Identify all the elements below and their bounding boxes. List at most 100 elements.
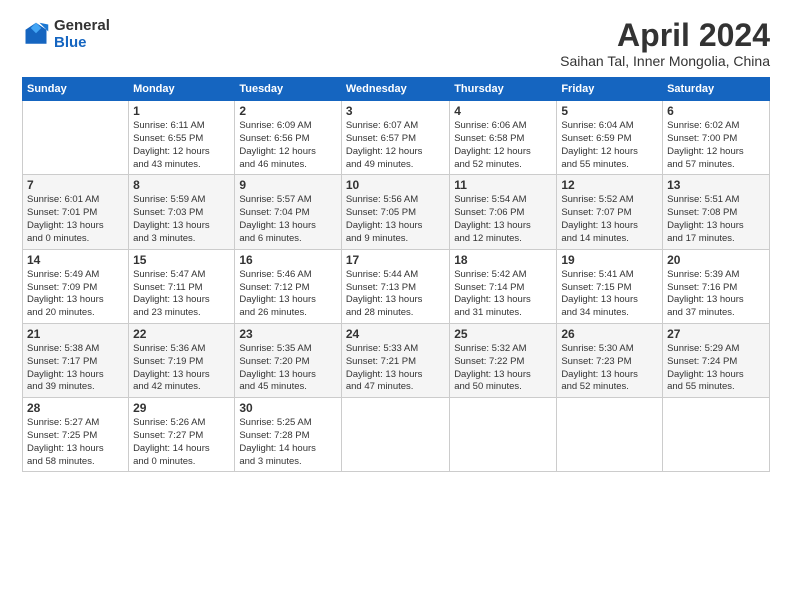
- day-number: 13: [667, 178, 765, 192]
- calendar-cell: 29 Sunrise: 5:26 AM Sunset: 7:27 PM Dayli…: [129, 398, 235, 472]
- calendar-header-tuesday: Tuesday: [235, 78, 342, 101]
- day-number: 6: [667, 104, 765, 118]
- day-info: Sunrise: 5:29 AM Sunset: 7:24 PM Dayligh…: [667, 343, 765, 394]
- calendar-cell: 30 Sunrise: 5:25 AM Sunset: 7:28 PM Dayli…: [235, 398, 342, 472]
- day-number: 25: [454, 327, 552, 341]
- day-info: Sunrise: 5:30 AM Sunset: 7:23 PM Dayligh…: [561, 343, 658, 394]
- day-number: 26: [561, 327, 658, 341]
- day-info: Sunrise: 5:27 AM Sunset: 7:25 PM Dayligh…: [27, 417, 124, 468]
- calendar-cell: 7 Sunrise: 6:01 AM Sunset: 7:01 PM Daylig…: [23, 175, 129, 249]
- day-info: Sunrise: 5:49 AM Sunset: 7:09 PM Dayligh…: [27, 269, 124, 320]
- day-number: 2: [239, 104, 337, 118]
- calendar-cell: 28 Sunrise: 5:27 AM Sunset: 7:25 PM Dayli…: [23, 398, 129, 472]
- calendar-header-row: SundayMondayTuesdayWednesdayThursdayFrid…: [23, 78, 770, 101]
- page: General Blue April 2024 Saihan Tal, Inne…: [0, 0, 792, 612]
- day-info: Sunrise: 5:33 AM Sunset: 7:21 PM Dayligh…: [346, 343, 445, 394]
- calendar-cell: 13 Sunrise: 5:51 AM Sunset: 7:08 PM Dayli…: [663, 175, 770, 249]
- calendar-cell: 19 Sunrise: 5:41 AM Sunset: 7:15 PM Dayli…: [557, 249, 663, 323]
- day-number: 27: [667, 327, 765, 341]
- day-info: Sunrise: 5:57 AM Sunset: 7:04 PM Dayligh…: [239, 194, 337, 245]
- day-number: 4: [454, 104, 552, 118]
- day-info: Sunrise: 5:36 AM Sunset: 7:19 PM Dayligh…: [133, 343, 230, 394]
- day-info: Sunrise: 6:01 AM Sunset: 7:01 PM Dayligh…: [27, 194, 124, 245]
- calendar-cell: 10 Sunrise: 5:56 AM Sunset: 7:05 PM Dayli…: [341, 175, 449, 249]
- day-number: 28: [27, 401, 124, 415]
- day-number: 29: [133, 401, 230, 415]
- calendar-header-saturday: Saturday: [663, 78, 770, 101]
- day-info: Sunrise: 5:38 AM Sunset: 7:17 PM Dayligh…: [27, 343, 124, 394]
- day-info: Sunrise: 6:06 AM Sunset: 6:58 PM Dayligh…: [454, 120, 552, 171]
- day-number: 17: [346, 253, 445, 267]
- calendar-cell: 9 Sunrise: 5:57 AM Sunset: 7:04 PM Daylig…: [235, 175, 342, 249]
- calendar-cell: [23, 101, 129, 175]
- day-info: Sunrise: 5:54 AM Sunset: 7:06 PM Dayligh…: [454, 194, 552, 245]
- day-info: Sunrise: 5:25 AM Sunset: 7:28 PM Dayligh…: [239, 417, 337, 468]
- calendar-cell: 23 Sunrise: 5:35 AM Sunset: 7:20 PM Dayli…: [235, 323, 342, 397]
- day-number: 7: [27, 178, 124, 192]
- calendar-cell: 22 Sunrise: 5:36 AM Sunset: 7:19 PM Dayli…: [129, 323, 235, 397]
- calendar-cell: 27 Sunrise: 5:29 AM Sunset: 7:24 PM Dayli…: [663, 323, 770, 397]
- calendar-cell: 16 Sunrise: 5:46 AM Sunset: 7:12 PM Dayli…: [235, 249, 342, 323]
- calendar-cell: 15Sunrise: 5:47 AM Sunset: 7:11 PM Dayli…: [129, 249, 235, 323]
- calendar-cell: [663, 398, 770, 472]
- day-number: 10: [346, 178, 445, 192]
- calendar-cell: 14 Sunrise: 5:49 AM Sunset: 7:09 PM Dayli…: [23, 249, 129, 323]
- day-number: 16: [239, 253, 337, 267]
- day-number: 19: [561, 253, 658, 267]
- calendar-cell: 1Sunrise: 6:11 AM Sunset: 6:55 PM Daylig…: [129, 101, 235, 175]
- calendar-cell: 24 Sunrise: 5:33 AM Sunset: 7:21 PM Dayli…: [341, 323, 449, 397]
- day-info: Sunrise: 6:02 AM Sunset: 7:00 PM Dayligh…: [667, 120, 765, 171]
- day-info: Sunrise: 5:26 AM Sunset: 7:27 PM Dayligh…: [133, 417, 230, 468]
- logo-text: General Blue: [54, 18, 110, 51]
- day-number: 14: [27, 253, 124, 267]
- day-info: Sunrise: 5:32 AM Sunset: 7:22 PM Dayligh…: [454, 343, 552, 394]
- day-number: 23: [239, 327, 337, 341]
- calendar-week-1: 1Sunrise: 6:11 AM Sunset: 6:55 PM Daylig…: [23, 101, 770, 175]
- calendar-week-5: 28 Sunrise: 5:27 AM Sunset: 7:25 PM Dayli…: [23, 398, 770, 472]
- calendar-week-2: 7 Sunrise: 6:01 AM Sunset: 7:01 PM Daylig…: [23, 175, 770, 249]
- day-number: 11: [454, 178, 552, 192]
- day-number: 30: [239, 401, 337, 415]
- calendar-header-wednesday: Wednesday: [341, 78, 449, 101]
- header: General Blue April 2024 Saihan Tal, Inne…: [22, 18, 770, 69]
- day-info: Sunrise: 5:47 AM Sunset: 7:11 PM Dayligh…: [133, 269, 230, 320]
- day-number: 22: [133, 327, 230, 341]
- day-number: 18: [454, 253, 552, 267]
- logo: General Blue: [22, 18, 110, 51]
- day-info: Sunrise: 5:41 AM Sunset: 7:15 PM Dayligh…: [561, 269, 658, 320]
- calendar-cell: 18Sunrise: 5:42 AM Sunset: 7:14 PM Dayli…: [450, 249, 557, 323]
- day-info: Sunrise: 6:11 AM Sunset: 6:55 PM Dayligh…: [133, 120, 230, 171]
- calendar-cell: 12 Sunrise: 5:52 AM Sunset: 7:07 PM Dayli…: [557, 175, 663, 249]
- calendar-cell: 25 Sunrise: 5:32 AM Sunset: 7:22 PM Dayli…: [450, 323, 557, 397]
- calendar-cell: 3 Sunrise: 6:07 AM Sunset: 6:57 PM Daylig…: [341, 101, 449, 175]
- month-title: April 2024: [560, 18, 770, 53]
- day-number: 12: [561, 178, 658, 192]
- day-info: Sunrise: 5:46 AM Sunset: 7:12 PM Dayligh…: [239, 269, 337, 320]
- logo-icon: [22, 21, 50, 49]
- day-number: 8: [133, 178, 230, 192]
- calendar-cell: 21 Sunrise: 5:38 AM Sunset: 7:17 PM Dayli…: [23, 323, 129, 397]
- day-number: 9: [239, 178, 337, 192]
- calendar-cell: 11 Sunrise: 5:54 AM Sunset: 7:06 PM Dayli…: [450, 175, 557, 249]
- calendar-cell: 4 Sunrise: 6:06 AM Sunset: 6:58 PM Daylig…: [450, 101, 557, 175]
- day-number: 3: [346, 104, 445, 118]
- calendar-cell: [341, 398, 449, 472]
- calendar-week-4: 21 Sunrise: 5:38 AM Sunset: 7:17 PM Dayli…: [23, 323, 770, 397]
- calendar-cell: [450, 398, 557, 472]
- day-info: Sunrise: 5:51 AM Sunset: 7:08 PM Dayligh…: [667, 194, 765, 245]
- calendar-header-monday: Monday: [129, 78, 235, 101]
- day-number: 5: [561, 104, 658, 118]
- day-info: Sunrise: 6:07 AM Sunset: 6:57 PM Dayligh…: [346, 120, 445, 171]
- day-info: Sunrise: 5:35 AM Sunset: 7:20 PM Dayligh…: [239, 343, 337, 394]
- day-info: Sunrise: 5:44 AM Sunset: 7:13 PM Dayligh…: [346, 269, 445, 320]
- calendar-cell: [557, 398, 663, 472]
- day-number: 21: [27, 327, 124, 341]
- calendar-cell: 17 Sunrise: 5:44 AM Sunset: 7:13 PM Dayli…: [341, 249, 449, 323]
- day-number: 24: [346, 327, 445, 341]
- calendar-cell: 26 Sunrise: 5:30 AM Sunset: 7:23 PM Dayli…: [557, 323, 663, 397]
- calendar-header-sunday: Sunday: [23, 78, 129, 101]
- day-info: Sunrise: 5:59 AM Sunset: 7:03 PM Dayligh…: [133, 194, 230, 245]
- day-info: Sunrise: 5:56 AM Sunset: 7:05 PM Dayligh…: [346, 194, 445, 245]
- day-info: Sunrise: 5:52 AM Sunset: 7:07 PM Dayligh…: [561, 194, 658, 245]
- logo-blue-text: Blue: [54, 35, 110, 52]
